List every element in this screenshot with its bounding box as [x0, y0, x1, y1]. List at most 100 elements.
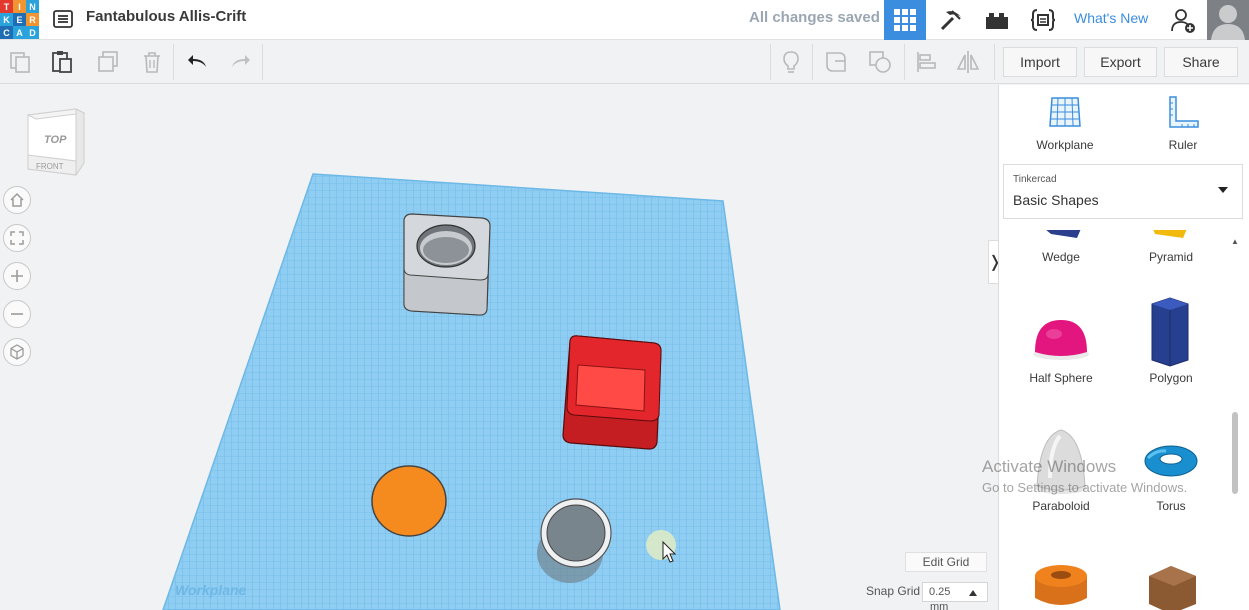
ruler-tool-label: Ruler [1168, 138, 1198, 152]
scroll-up-icon[interactable]: ▲ [1231, 237, 1239, 246]
viewcube-top-label: TOP [44, 134, 67, 146]
shape-label: Torus [1156, 499, 1186, 513]
logo-letter: R [26, 13, 39, 26]
shape-roof[interactable] [1121, 548, 1221, 610]
mirror-icon[interactable] [952, 46, 984, 78]
redo-icon[interactable] [224, 46, 256, 78]
divider [262, 44, 263, 80]
snap-grid-unit: mm [930, 601, 949, 610]
snap-grid-label: Snap Grid [866, 584, 921, 598]
paste-icon[interactable] [46, 46, 78, 78]
tube-shape-icon [1035, 565, 1087, 605]
delete-icon[interactable] [136, 46, 168, 78]
group-icon[interactable] [820, 46, 852, 78]
ungroup-icon[interactable] [864, 46, 896, 78]
workplane-label: Workplane [175, 582, 247, 598]
home-view-button[interactable] [3, 186, 31, 214]
fit-view-button[interactable] [3, 224, 31, 252]
divider [994, 44, 995, 80]
import-button[interactable]: Import [1003, 47, 1077, 77]
orange-cylinder[interactable] [371, 465, 447, 537]
shape-wedge[interactable]: Wedge [1011, 230, 1111, 264]
export-button[interactable]: Export [1084, 47, 1157, 77]
view-cube[interactable]: TOP FRONT [22, 105, 92, 180]
half-sphere-shape-icon [1033, 320, 1089, 360]
red-hollow-box[interactable] [562, 335, 662, 450]
library-provider: Tinkercad [1013, 174, 1057, 185]
pickaxe-icon[interactable] [930, 0, 972, 40]
bricks-icon[interactable] [976, 0, 1018, 40]
activate-title: Activate Windows [982, 457, 1117, 476]
scroll-thumb[interactable] [1232, 412, 1238, 494]
logo-letter: T [0, 0, 13, 13]
shape-list-scrollbar[interactable]: ▲ [1231, 237, 1239, 610]
white-box-with-hole[interactable] [403, 213, 491, 316]
caret-up-icon [969, 590, 977, 596]
whats-new-link[interactable]: What's New [1074, 10, 1148, 26]
3d-view-button[interactable] [884, 0, 926, 40]
shape-label: Wedge [1042, 250, 1080, 264]
logo-letter: A [13, 26, 26, 39]
home-icon [10, 192, 24, 207]
design-menu-icon[interactable] [52, 8, 74, 30]
top-bar: T I N K E R C A D Fantabulous Allis-Crif… [0, 0, 1249, 40]
divider [173, 44, 174, 80]
divider [812, 44, 813, 80]
lightbulb-icon[interactable] [775, 46, 807, 78]
snap-grid-select[interactable]: 0.25 [922, 582, 988, 602]
ruler-tool[interactable]: Ruler [1143, 95, 1223, 152]
snap-grid-value: 0.25 [929, 586, 951, 598]
library-selected: Basic Shapes [1013, 192, 1099, 208]
pyramid-shape-icon [1153, 230, 1187, 238]
cursor-highlight [646, 530, 676, 560]
logo-letter: E [13, 13, 26, 26]
zoom-in-button[interactable] [3, 262, 31, 290]
logo-letter: N [26, 0, 39, 13]
shape-grid: Wedge Pyramid Half Sphere Polygon Parabo… [999, 230, 1239, 610]
wedge-shape-icon [1046, 230, 1081, 238]
logo-letter: K [0, 13, 13, 26]
shape-pyramid[interactable]: Pyramid [1121, 230, 1221, 264]
fit-icon [10, 231, 24, 245]
ruler-icon [1169, 96, 1199, 128]
logo-letter: D [26, 26, 39, 39]
workplane-scene[interactable]: Workplane [0, 85, 998, 610]
codeblocks-icon[interactable] [1022, 0, 1064, 40]
shape-half-sphere[interactable]: Half Sphere [1011, 290, 1111, 385]
logo-letter: I [13, 0, 26, 13]
shape-polygon[interactable]: Polygon [1121, 290, 1221, 385]
3d-canvas[interactable]: Workplane TOP FRONT Edit Grid Snap Grid … [0, 85, 998, 610]
tinkercad-logo[interactable]: T I N K E R C A D [0, 0, 40, 40]
viewcube-front-label: FRONT [36, 162, 64, 171]
avatar[interactable] [1207, 0, 1249, 40]
logo-letter: C [0, 26, 13, 39]
shape-label: Half Sphere [1029, 371, 1093, 385]
activate-windows-watermark: Activate Windows Go to Settings to activ… [982, 457, 1187, 495]
workplane-tool-label: Workplane [1036, 138, 1094, 152]
shape-library-select[interactable]: Tinkercad Basic Shapes [1003, 164, 1243, 219]
zoom-out-button[interactable] [3, 300, 31, 328]
duplicate-icon[interactable] [92, 46, 124, 78]
share-button[interactable]: Share [1164, 47, 1238, 77]
shape-label: Paraboloid [1032, 499, 1090, 513]
edit-grid-button[interactable]: Edit Grid [905, 552, 987, 572]
workplane-tool[interactable]: Workplane [1025, 95, 1105, 152]
plus-icon [11, 270, 23, 282]
shape-label: Pyramid [1148, 250, 1193, 264]
activate-subtitle: Go to Settings to activate Windows. [982, 480, 1188, 495]
document-title[interactable]: Fantabulous Allis-Crift [86, 8, 246, 25]
perspective-button[interactable] [3, 338, 31, 366]
roof-shape-icon [1149, 566, 1196, 610]
shape-label: Polygon [1149, 371, 1193, 385]
grid-icon [894, 9, 916, 31]
shape-tube[interactable] [1011, 548, 1111, 610]
workplane-icon [1049, 97, 1081, 127]
cube-icon [10, 344, 24, 360]
add-user-icon[interactable] [1162, 0, 1204, 40]
align-icon[interactable] [910, 46, 942, 78]
edit-toolbar: Import Export Share [0, 40, 1249, 84]
undo-icon[interactable] [182, 46, 214, 78]
caret-down-icon [1218, 187, 1228, 193]
divider [904, 44, 905, 80]
copy-icon[interactable] [4, 46, 36, 78]
